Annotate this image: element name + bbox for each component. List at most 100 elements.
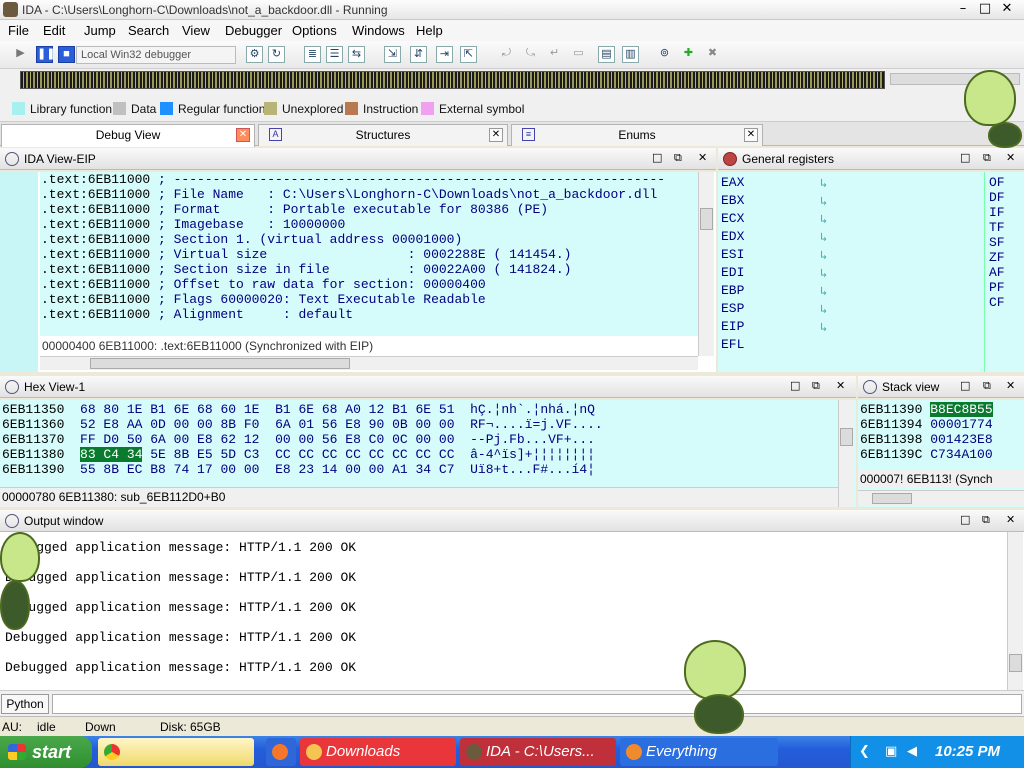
scroll-thumb[interactable] <box>1009 654 1022 672</box>
minimize-icon[interactable]: – <box>952 1 974 18</box>
navigation-bar[interactable] <box>20 71 885 89</box>
restore-icon[interactable]: □ <box>960 151 970 164</box>
run-to-cursor-icon[interactable]: ⇥ <box>436 46 453 63</box>
scroll-thumb[interactable] <box>700 208 713 230</box>
watch-list-icon[interactable]: ☰ <box>326 46 343 63</box>
restore-icon[interactable]: □ <box>652 151 662 164</box>
stack-row[interactable]: 6EB11394 00001774 <box>860 417 993 432</box>
restore-icon[interactable]: □ <box>960 513 970 526</box>
listing-line[interactable]: .text:6EB11000 ; Section 1. (virtual add… <box>40 232 698 247</box>
register-efl[interactable]: EFL <box>721 337 744 352</box>
hex-row[interactable]: 6EB11360 52 E8 AA 0D 00 00 8B F0 6A 01 5… <box>2 417 603 432</box>
menu-windows[interactable]: Windows <box>348 22 409 39</box>
threads-icon[interactable]: ▥ <box>622 46 639 63</box>
menu-jump[interactable]: Jump <box>80 22 120 39</box>
hex-row[interactable]: 6EB11370 FF D0 50 6A 00 E8 62 12 00 00 5… <box>2 432 595 447</box>
view-binoculars-icon[interactable]: ⊚ <box>656 46 673 63</box>
hex-row[interactable]: 6EB11390 55 8B EC B8 74 17 00 00 E8 23 1… <box>2 462 595 477</box>
jump-arrow-icon[interactable]: ↳ <box>820 284 827 299</box>
close-icon[interactable]: ✕ <box>1006 151 1015 164</box>
hex-ascii[interactable]: hÇ.¦nh`.¦nhá.¦nQ <box>470 402 595 417</box>
close-tab-icon[interactable]: ✕ <box>236 128 250 142</box>
register-ebp[interactable]: EBP <box>721 283 744 298</box>
jump-arrow-icon[interactable]: ↳ <box>820 302 827 317</box>
segments-icon[interactable]: ▤ <box>598 46 615 63</box>
hex-ascii[interactable]: --Pj.Fb...VF+... <box>470 432 595 447</box>
ida-vertical-scrollbar[interactable] <box>698 172 714 356</box>
register-eax[interactable]: EAX <box>721 175 744 190</box>
stack-value[interactable]: B8EC8B55 <box>930 402 993 417</box>
register-ebx[interactable]: EBX <box>721 193 744 208</box>
menu-help[interactable]: Help <box>412 22 447 39</box>
jump-arrow-icon[interactable]: ↳ <box>820 248 827 263</box>
output-window[interactable]: Debugged application message: HTTP/1.1 2… <box>0 532 1024 690</box>
hex-row[interactable]: 6EB11350 68 80 1E B1 6E 68 60 1E B1 6E 6… <box>2 402 595 417</box>
tab-enums[interactable]: ≡ Enums ✕ <box>511 124 763 146</box>
listing-line[interactable]: .text:6EB11000 ; Offset to raw data for … <box>40 277 698 292</box>
stack-value[interactable]: 001423E8 <box>930 432 992 447</box>
flag-sf[interactable]: SF <box>989 235 1005 250</box>
stop-icon[interactable]: ■ <box>58 46 75 63</box>
close-icon[interactable]: ✕ <box>698 151 707 164</box>
command-input[interactable] <box>52 694 1022 714</box>
flag-df[interactable]: DF <box>989 190 1005 205</box>
maximize-icon[interactable]: □ <box>974 1 996 18</box>
python-button[interactable]: Python <box>1 694 49 714</box>
stack-row[interactable]: 6EB1139C C734A100 <box>860 447 993 462</box>
hex-bytes[interactable]: 68 80 1E B1 6E 68 60 1E B1 6E 68 A0 12 B… <box>80 402 454 417</box>
trace-icon[interactable]: ⇆ <box>348 46 365 63</box>
stack-row[interactable]: 6EB11390 B8EC8B55 <box>860 402 993 417</box>
taskbar-everything[interactable]: Everything <box>620 738 778 766</box>
hex-row[interactable]: 6EB11380 83 C4 34 5E 8B E5 5D C3 CC CC C… <box>2 447 595 462</box>
close-icon[interactable]: ✕ <box>996 1 1018 18</box>
menu-view[interactable]: View <box>178 22 214 39</box>
refresh-icon[interactable]: ↻ <box>268 46 285 63</box>
float-icon[interactable]: ⧉ <box>674 151 682 165</box>
start-button[interactable]: start <box>0 736 92 768</box>
step-into-icon[interactable]: ⇲ <box>384 46 401 63</box>
scroll-thumb[interactable] <box>840 428 853 446</box>
taskbar-chrome[interactable] <box>98 738 254 766</box>
menu-search[interactable]: Search <box>124 22 173 39</box>
stack-value[interactable]: 00001774 <box>930 417 992 432</box>
float-icon[interactable]: ⧉ <box>812 379 820 393</box>
menu-file[interactable]: File <box>4 22 33 39</box>
volume-icon[interactable]: ◀ <box>907 743 917 759</box>
stack-value[interactable]: C734A100 <box>930 447 992 462</box>
jump-arrow-icon[interactable]: ↳ <box>820 176 827 191</box>
trace-over-icon[interactable]: ⤿ <box>522 46 539 63</box>
listing-line[interactable]: .text:6EB11000 ; Format : Portable execu… <box>40 202 698 217</box>
tab-structures[interactable]: A Structures ✕ <box>258 124 508 146</box>
debugger-select[interactable]: Local Win32 debugger <box>76 46 236 64</box>
ida-horizontal-scrollbar[interactable] <box>40 356 698 370</box>
listing-line[interactable]: .text:6EB11000 ; Virtual size : 0002288E… <box>40 247 698 262</box>
menu-edit[interactable]: Edit <box>39 22 69 39</box>
breakpoint-list-icon[interactable]: ≣ <box>304 46 321 63</box>
listing-line[interactable]: .text:6EB11000 ; Flags 60000020: Text Ex… <box>40 292 698 307</box>
register-esi[interactable]: ESI <box>721 247 744 262</box>
close-icon[interactable]: ✕ <box>1006 379 1015 392</box>
listing-line[interactable]: .text:6EB11000 ; Section size in file : … <box>40 262 698 277</box>
restore-icon[interactable]: □ <box>790 379 800 392</box>
jump-arrow-icon[interactable]: ↳ <box>820 230 827 245</box>
flag-zf[interactable]: ZF <box>989 250 1005 265</box>
step-over-icon[interactable]: ⇵ <box>410 46 427 63</box>
step-out-icon[interactable]: ⇱ <box>460 46 477 63</box>
close-icon[interactable]: ✕ <box>836 379 845 392</box>
hex-vertical-scrollbar[interactable] <box>838 400 854 507</box>
attach-process-icon[interactable]: ⚙ <box>246 46 263 63</box>
jump-arrow-icon[interactable]: ↳ <box>820 320 827 335</box>
show-hidden-icon[interactable]: ❮ <box>859 743 870 759</box>
listing-line[interactable]: .text:6EB11000 ; Alignment : default <box>40 307 698 322</box>
register-edi[interactable]: EDI <box>721 265 744 280</box>
hex-selected-bytes[interactable]: 83 C4 34 <box>80 447 143 462</box>
close-tab-icon[interactable]: ✕ <box>744 128 758 142</box>
register-edx[interactable]: EDX <box>721 229 744 244</box>
listing-line[interactable]: .text:6EB11000 ; File Name : C:\Users\Lo… <box>40 187 698 202</box>
taskbar-firefox[interactable] <box>266 738 296 766</box>
taskbar-ida[interactable]: IDA - C:\Users... <box>460 738 616 766</box>
scroll-thumb[interactable] <box>872 493 912 504</box>
stack-row[interactable]: 6EB11398 001423E8 <box>860 432 993 447</box>
flag-of[interactable]: OF <box>989 175 1005 190</box>
trace-settings-icon[interactable]: ▭ <box>570 46 587 63</box>
